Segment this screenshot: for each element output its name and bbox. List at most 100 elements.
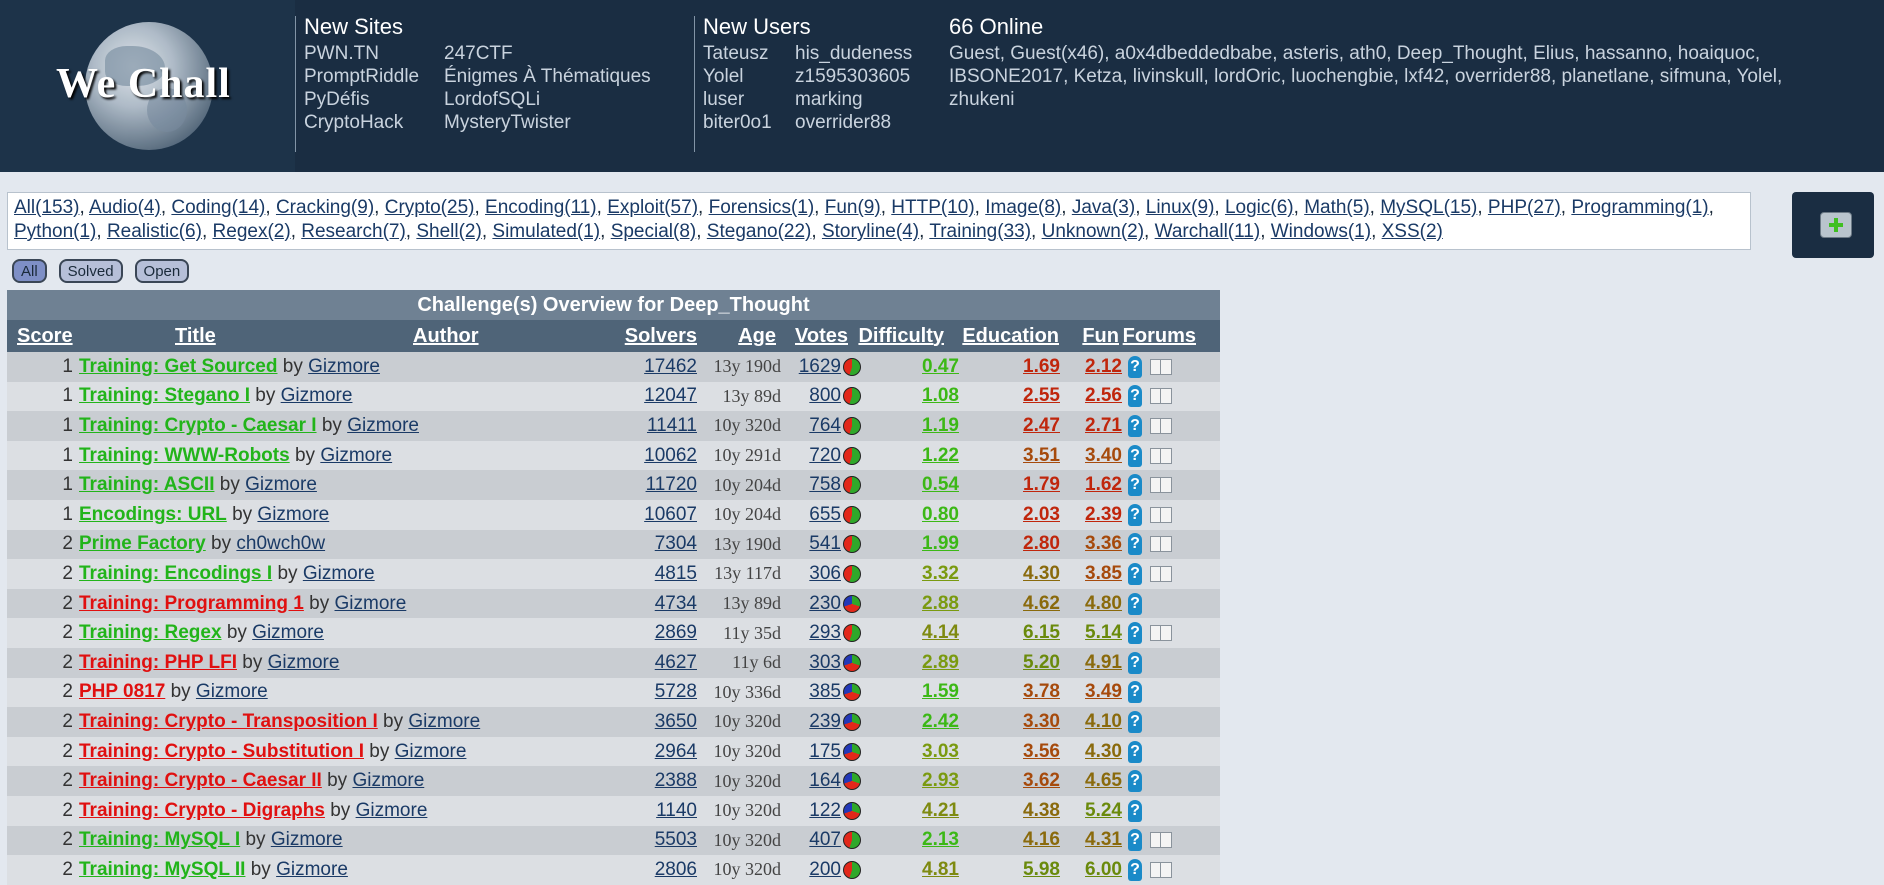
new-user-link[interactable]: marking	[795, 88, 912, 111]
tag-filter-link[interactable]: Logic(6)	[1225, 197, 1294, 218]
fun-link[interactable]: 3.49	[1060, 681, 1122, 703]
difficulty-link[interactable]: 4.81	[861, 859, 959, 881]
sort-votes[interactable]: Votes	[795, 325, 848, 347]
vote-question-icon[interactable]	[843, 742, 861, 761]
vote-question-icon[interactable]	[843, 772, 861, 791]
tag-filter-link[interactable]: XSS(2)	[1382, 221, 1443, 242]
education-link[interactable]: 1.69	[959, 356, 1060, 378]
solvers-link[interactable]: 4815	[613, 563, 697, 585]
forum-book-icon[interactable]	[1150, 477, 1172, 494]
author-link[interactable]: Gizmore	[303, 563, 375, 584]
solvers-link[interactable]: 12047	[613, 385, 697, 407]
new-site-link[interactable]: CryptoHack	[304, 111, 444, 134]
challenge-title-link[interactable]: Training: Get Sourced	[79, 356, 277, 377]
vote-pie-icon[interactable]	[843, 535, 861, 554]
education-link[interactable]: 4.16	[959, 829, 1060, 851]
forum-book-icon[interactable]	[1150, 625, 1172, 642]
votes-link[interactable]: 230	[781, 593, 841, 615]
tag-filter-link[interactable]: Storyline(4)	[822, 221, 919, 242]
help-question-icon[interactable]: ?	[1128, 385, 1142, 408]
tag-filter-link[interactable]: Image(8)	[985, 197, 1061, 218]
help-question-icon[interactable]: ?	[1128, 562, 1142, 585]
help-question-icon[interactable]: ?	[1128, 444, 1142, 467]
difficulty-link[interactable]: 3.03	[861, 741, 959, 763]
challenge-title-link[interactable]: Encodings: URL	[79, 504, 227, 525]
challenge-title-link[interactable]: Training: WWW-Robots	[79, 445, 290, 466]
forum-book-icon[interactable]	[1150, 447, 1172, 464]
fun-link[interactable]: 2.71	[1060, 415, 1122, 437]
author-link[interactable]: Gizmore	[268, 652, 340, 673]
fun-link[interactable]: 4.31	[1060, 829, 1122, 851]
challenge-title-link[interactable]: Training: Crypto - Caesar I	[79, 415, 317, 436]
solvers-link[interactable]: 2388	[613, 770, 697, 792]
tag-filter-link[interactable]: Cracking(9)	[276, 197, 374, 218]
tag-filter-link[interactable]: Programming(1)	[1571, 197, 1708, 218]
forum-book-icon[interactable]	[1150, 358, 1172, 375]
solvers-link[interactable]: 11720	[613, 474, 697, 496]
challenge-title-link[interactable]: Training: MySQL I	[79, 829, 240, 850]
tag-filter-link[interactable]: Crypto(25)	[385, 197, 475, 218]
tag-filter-link[interactable]: Forensics(1)	[709, 197, 815, 218]
education-link[interactable]: 3.78	[959, 681, 1060, 703]
wechall-logo[interactable]: We Chall	[0, 0, 295, 172]
education-link[interactable]: 2.03	[959, 504, 1060, 526]
difficulty-link[interactable]: 4.21	[861, 800, 959, 822]
author-link[interactable]: Gizmore	[252, 622, 324, 643]
tag-filter-link[interactable]: Stegano(22)	[707, 221, 812, 242]
forum-book-icon[interactable]	[1150, 832, 1172, 849]
fun-link[interactable]: 4.80	[1060, 593, 1122, 615]
vote-pie-icon[interactable]	[843, 831, 861, 850]
new-user-link[interactable]: his_dudeness	[795, 42, 912, 65]
author-link[interactable]: Gizmore	[320, 445, 392, 466]
fun-link[interactable]: 5.24	[1060, 800, 1122, 822]
sort-fun[interactable]: Fun	[1082, 325, 1119, 347]
education-link[interactable]: 5.98	[959, 859, 1060, 881]
tag-filter-link[interactable]: Math(5)	[1304, 197, 1369, 218]
votes-link[interactable]: 200	[781, 859, 841, 881]
author-link[interactable]: Gizmore	[356, 800, 428, 821]
tag-filter-link[interactable]: Coding(14)	[171, 197, 265, 218]
tag-filter-link[interactable]: Unknown(2)	[1042, 221, 1144, 242]
new-site-link[interactable]: LordofSQLi	[444, 88, 651, 111]
education-link[interactable]: 3.51	[959, 445, 1060, 467]
difficulty-link[interactable]: 1.19	[861, 415, 959, 437]
tag-filter-link[interactable]: Encoding(11)	[485, 197, 597, 218]
votes-link[interactable]: 541	[781, 533, 841, 555]
solvers-link[interactable]: 2806	[613, 859, 697, 881]
author-link[interactable]: Gizmore	[196, 681, 268, 702]
forum-book-icon[interactable]	[1150, 536, 1172, 553]
vote-pie-icon[interactable]	[843, 446, 861, 465]
new-site-link[interactable]: Énigmes À Thématiques	[444, 65, 651, 88]
filter-all-button[interactable]: All	[12, 259, 47, 283]
solvers-link[interactable]: 1140	[613, 800, 697, 822]
votes-link[interactable]: 164	[781, 770, 841, 792]
vote-pie-icon[interactable]	[843, 505, 861, 524]
vote-pie-icon[interactable]	[843, 416, 861, 435]
forum-book-icon[interactable]	[1150, 565, 1172, 582]
difficulty-link[interactable]: 0.54	[861, 474, 959, 496]
votes-link[interactable]: 306	[781, 563, 841, 585]
solvers-link[interactable]: 10062	[613, 445, 697, 467]
votes-link[interactable]: 1629	[781, 356, 841, 378]
difficulty-link[interactable]: 0.47	[861, 356, 959, 378]
challenge-title-link[interactable]: Training: MySQL II	[79, 859, 245, 880]
difficulty-link[interactable]: 4.14	[861, 622, 959, 644]
tag-filter-link[interactable]: Regex(2)	[213, 221, 291, 242]
fun-link[interactable]: 1.62	[1060, 474, 1122, 496]
author-link[interactable]: Gizmore	[308, 356, 380, 377]
fun-link[interactable]: 3.40	[1060, 445, 1122, 467]
solvers-link[interactable]: 2869	[613, 622, 697, 644]
education-link[interactable]: 2.55	[959, 385, 1060, 407]
tag-filter-link[interactable]: PHP(27)	[1488, 197, 1561, 218]
forum-book-icon[interactable]	[1150, 417, 1172, 434]
education-link[interactable]: 3.62	[959, 770, 1060, 792]
votes-link[interactable]: 122	[781, 800, 841, 822]
challenge-title-link[interactable]: Training: Encodings I	[79, 563, 272, 584]
help-question-icon[interactable]: ?	[1128, 622, 1142, 645]
challenge-title-link[interactable]: Training: Regex	[79, 622, 222, 643]
sort-title[interactable]: Title	[175, 325, 216, 347]
author-link[interactable]: Gizmore	[347, 415, 419, 436]
help-question-icon[interactable]: ?	[1128, 355, 1142, 378]
new-user-link[interactable]: z1595303605	[795, 65, 912, 88]
sort-education[interactable]: Education	[962, 325, 1059, 347]
